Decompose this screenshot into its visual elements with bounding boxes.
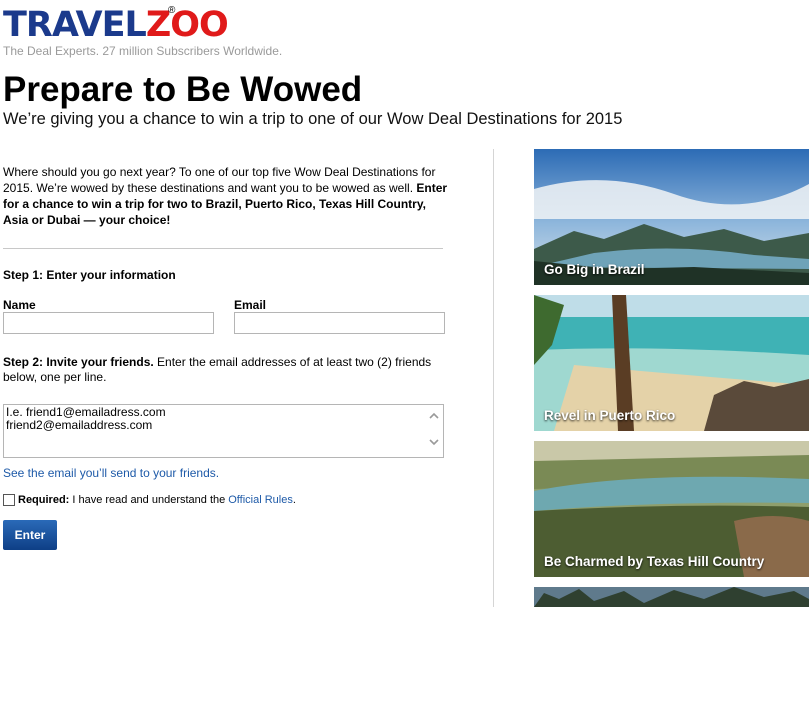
textarea-scrollbar[interactable] — [426, 406, 442, 456]
destination-card-puerto-rico[interactable]: Revel in Puerto Rico — [534, 295, 809, 431]
required-label: Required: — [18, 494, 70, 506]
card-caption: Revel in Puerto Rico — [544, 408, 676, 423]
rules-checkbox[interactable] — [3, 494, 15, 506]
required-suffix: . — [292, 494, 296, 506]
intro-paragraph: Where should you go next year? To one of… — [3, 164, 448, 228]
form-divider — [3, 248, 443, 249]
email-preview-link[interactable]: See the email you’ll send to your friend… — [3, 466, 219, 480]
enter-button[interactable]: Enter — [3, 520, 57, 550]
travelzoo-logo[interactable]: TRAVELZOO ® — [3, 3, 229, 47]
logo-zoo-text: ZOO — [145, 5, 229, 45]
step1-heading: Step 1: Enter your information — [3, 268, 176, 282]
intro-text: Where should you go next year? To one of… — [3, 165, 436, 195]
official-rules-link[interactable]: Official Rules — [228, 494, 293, 506]
destination-card-brazil[interactable]: Go Big in Brazil — [534, 149, 809, 285]
registered-mark: ® — [168, 5, 176, 16]
friends-email-textarea[interactable]: I.e. friend1@emailadress.com friend2@ema… — [3, 404, 444, 458]
destination-card-texas[interactable]: Be Charmed by Texas Hill Country — [534, 441, 809, 577]
scroll-down-icon[interactable] — [428, 436, 440, 448]
email-input[interactable] — [234, 312, 445, 334]
step2-heading: Step 2: Invite your friends. — [3, 355, 154, 369]
brand-tagline: The Deal Experts. 27 million Subscribers… — [3, 44, 283, 58]
step2-block: Step 2: Invite your friends. Enter the e… — [3, 355, 443, 385]
logo-travel-text: TRAVEL — [3, 5, 147, 45]
name-input[interactable] — [3, 312, 214, 334]
textarea-line-2: friend2@emailaddress.com — [6, 418, 153, 432]
rules-agreement: Required: I have read and understand the… — [3, 494, 296, 506]
card-caption: Go Big in Brazil — [544, 262, 645, 277]
page-subtitle: We’re giving you a chance to win a trip … — [3, 110, 623, 128]
scroll-up-icon[interactable] — [428, 410, 440, 422]
required-text: I have read and understand the — [72, 494, 226, 506]
asia-karst-photo-icon — [534, 587, 809, 607]
email-label: Email — [234, 298, 267, 312]
page-title: Prepare to Be Wowed — [3, 70, 363, 109]
column-divider — [493, 149, 494, 607]
destination-card-asia[interactable] — [534, 587, 809, 723]
name-label: Name — [3, 298, 36, 312]
card-caption: Be Charmed by Texas Hill Country — [544, 554, 765, 569]
